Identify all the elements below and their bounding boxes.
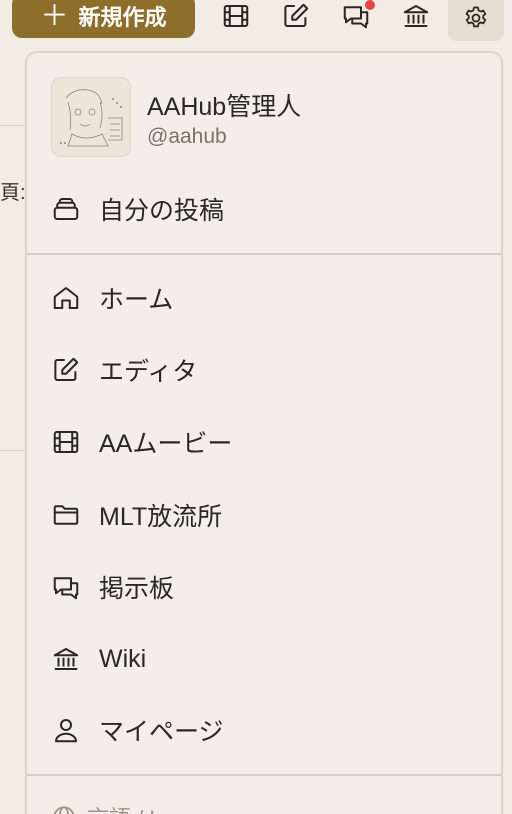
profile-handle: @aahub bbox=[147, 125, 227, 148]
bank-icon bbox=[403, 5, 429, 27]
editor-nav-button[interactable] bbox=[278, 0, 314, 32]
menu-item-label: マイページ bbox=[99, 718, 224, 746]
settings-button[interactable] bbox=[448, 0, 504, 41]
background-text-fragment: 頁: bbox=[0, 182, 26, 204]
edit-icon bbox=[284, 3, 309, 27]
menu-item-my-posts[interactable]: 自分の投稿 bbox=[51, 187, 481, 231]
user-icon bbox=[55, 719, 77, 743]
account-dropdown-menu: AAHub管理人 @aahub 自分の投稿 ホーム エディタ AAムービー ML… bbox=[25, 51, 503, 814]
top-bar: ＋ 新規作成 bbox=[0, 0, 512, 44]
menu-item-my-page[interactable]: マイページ bbox=[51, 708, 481, 752]
stack-icon bbox=[53, 198, 79, 220]
wiki-nav-button[interactable] bbox=[398, 0, 434, 32]
new-post-button[interactable]: ＋ 新規作成 bbox=[12, 0, 195, 38]
notification-dot bbox=[365, 0, 375, 10]
movie-nav-button[interactable] bbox=[218, 0, 254, 32]
menu-item-label: Wiki bbox=[99, 644, 147, 673]
language-selector[interactable]: 言語 / Language bbox=[51, 801, 247, 814]
language-label: 言語 / Language bbox=[87, 801, 247, 814]
menu-item-label: エディタ bbox=[99, 358, 198, 386]
folder-icon bbox=[53, 505, 79, 525]
menu-item-mlt[interactable]: MLT放流所 bbox=[51, 493, 481, 537]
menu-item-aa-movie[interactable]: AAムービー bbox=[51, 420, 481, 464]
menu-item-label: 掲示板 bbox=[99, 575, 175, 603]
menu-divider bbox=[27, 774, 501, 776]
menu-divider bbox=[27, 253, 501, 255]
menu-item-label: AAムービー bbox=[99, 430, 233, 458]
menu-item-wiki[interactable]: Wiki bbox=[51, 637, 481, 681]
menu-item-editor[interactable]: エディタ bbox=[51, 348, 481, 392]
bank-icon bbox=[53, 648, 79, 670]
film-icon bbox=[223, 5, 249, 27]
avatar bbox=[51, 77, 131, 157]
gear-icon bbox=[465, 6, 487, 27]
background-divider bbox=[0, 450, 26, 451]
menu-item-label: 自分の投稿 bbox=[99, 197, 225, 225]
plus-icon: ＋ bbox=[40, 0, 69, 31]
menu-item-board[interactable]: 掲示板 bbox=[51, 565, 481, 609]
ascii-art-avatar-image bbox=[52, 78, 130, 156]
home-icon bbox=[53, 287, 79, 309]
menu-item-label: MLT放流所 bbox=[99, 503, 223, 531]
profile-name: AAHub管理人 bbox=[147, 93, 302, 121]
background-divider bbox=[0, 125, 26, 126]
menu-item-label: ホーム bbox=[99, 286, 174, 314]
edit-icon bbox=[54, 357, 79, 381]
menu-item-home[interactable]: ホーム bbox=[51, 276, 481, 320]
profile-header[interactable]: AAHub管理人 @aahub bbox=[51, 77, 481, 159]
chat-icon bbox=[53, 577, 79, 600]
globe-icon bbox=[53, 806, 75, 814]
new-post-label: 新規作成 bbox=[78, 5, 167, 30]
film-icon bbox=[53, 431, 79, 453]
